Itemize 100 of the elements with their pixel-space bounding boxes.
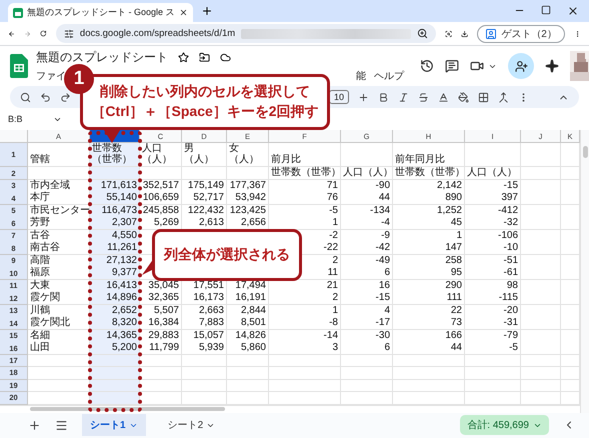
cell-text: 男 (184, 143, 194, 154)
table-cell: 6 (341, 342, 393, 355)
table-cell: 管轄 (28, 143, 90, 167)
table-cell: -17 (341, 317, 393, 330)
table-cell: 3 (269, 342, 341, 355)
profile-button[interactable]: ゲスト（2） (477, 24, 565, 42)
table-cell: 大東 (28, 280, 90, 292)
table-cell: -61 (465, 267, 521, 280)
step-badge: 1 (64, 64, 94, 94)
address-bar[interactable]: docs.google.com/spreadsheets/d/1m (56, 24, 436, 43)
menu-item[interactable]: 能 (356, 69, 366, 83)
table-cell: 5,269 (140, 217, 182, 230)
table-cell: 霞ケ関 (28, 292, 90, 305)
table-cell: 52,717 (182, 192, 227, 205)
table-cell: 147 (393, 242, 465, 255)
table-cell: 2,613 (182, 217, 227, 230)
table-cell: 5,860 (227, 342, 269, 355)
table-cell: 11,799 (140, 342, 182, 355)
table-cell: 名細 (28, 330, 90, 342)
table-cell: 人口（人） (341, 167, 393, 180)
table-cell: -115 (465, 292, 521, 305)
sheet-tab[interactable]: シート1 (82, 414, 146, 436)
table-cell: 14,365 (90, 330, 140, 342)
table-cell: -42 (341, 242, 393, 255)
table-cell: 前年同月比 (393, 143, 465, 167)
callout-text: ［Ctrl］＋［Space］キーを2回押す (91, 103, 319, 121)
table-cell: 世帯数（世帯） (269, 167, 341, 180)
table-cell: 人口（人） (465, 167, 521, 180)
table-cell: 2,307 (90, 217, 140, 230)
table-cell: 古谷 (28, 230, 90, 242)
table-cell: 11,261 (90, 242, 140, 255)
table-cell: 山田 (28, 342, 90, 355)
callout-text: 削除したい列内のセルを選択して (100, 83, 310, 101)
table-cell: 32,365 (140, 292, 182, 305)
table-cell: 890 (393, 192, 465, 205)
table-cell: 市民センター (28, 204, 90, 218)
table-cell: -10 (465, 242, 521, 255)
table-cell: 南古谷 (28, 242, 90, 255)
table-cell: -32 (465, 217, 521, 230)
table-cell: -5 (465, 342, 521, 355)
table-cell: -8 (269, 317, 341, 330)
table-cell: 397 (465, 192, 521, 205)
table-cell: 95 (393, 267, 465, 280)
table-cell: 245,858 (140, 204, 182, 218)
table-cell: 44 (393, 342, 465, 355)
cell-text: （人） (229, 154, 259, 165)
menu-item[interactable]: ファイ (36, 69, 66, 83)
table-cell: 2 (269, 292, 341, 305)
table-cell: 16,384 (140, 317, 182, 330)
table-cell: 本庁 (28, 192, 90, 205)
table-cell: 6 (341, 267, 393, 280)
table-cell: 8,501 (227, 317, 269, 330)
table-cell: 川鶴 (28, 304, 90, 318)
cell-text: （人） (142, 154, 172, 165)
table-cell: 16,413 (90, 280, 140, 292)
url-text: docs.google.com/spreadsheets/d/1m (80, 28, 236, 39)
table-cell: 116,473 (90, 204, 140, 218)
sum-button[interactable]: 合計: 459,699 (460, 415, 549, 436)
table-cell: -4 (341, 217, 393, 230)
table-cell: -31 (465, 317, 521, 330)
table-cell: 73 (393, 317, 465, 330)
table-cell: 44 (341, 192, 393, 205)
table-cell: 106,659 (140, 192, 182, 205)
table-cell: 45 (393, 217, 465, 230)
table-cell: 市内全域 (28, 180, 90, 192)
table-cell: 高階 (28, 254, 90, 268)
table-cell: 5,200 (90, 342, 140, 355)
cell-text: 人口 (142, 143, 162, 154)
table-cell: 前月比 (269, 143, 341, 167)
table-cell: 14,896 (90, 292, 140, 305)
cell-text: （世帯） (92, 154, 132, 165)
table-cell: 7,883 (182, 317, 227, 330)
table-cell: 2,652 (90, 304, 140, 318)
table-cell: 1 (269, 217, 341, 230)
table-cell: -15 (341, 292, 393, 305)
table-cell: 福原 (28, 267, 90, 280)
table-cell: 16,173 (182, 292, 227, 305)
tab-title: 無題のスプレッドシート - Google ス (27, 6, 175, 19)
cell-text: （人） (184, 154, 214, 165)
table-cell: 芳野 (28, 217, 90, 230)
table-cell: 霞ケ関北 (28, 317, 90, 330)
table-cell: 9,377 (90, 267, 140, 280)
sheet-tab[interactable]: シート2 (160, 414, 224, 436)
table-cell: 2,656 (227, 217, 269, 230)
table-cell: 111 (393, 292, 465, 305)
name-box[interactable]: B:B (8, 114, 23, 124)
table-cell: 352,517 (140, 180, 182, 192)
table-cell: 4,550 (90, 230, 140, 242)
browser-tab[interactable]: 無題のスプレッドシート - Google ス (8, 3, 193, 22)
table-cell: 53,942 (227, 192, 269, 205)
table-cell: 27,132 (90, 254, 140, 268)
menu-item[interactable]: ヘルプ (374, 69, 404, 83)
table-cell: 76 (269, 192, 341, 205)
table-cell: 55,140 (90, 192, 140, 205)
table-cell: 171,613 (90, 180, 140, 192)
table-cell: 16,191 (227, 292, 269, 305)
document-title[interactable]: 無題のスプレッドシート (36, 49, 168, 66)
table-cell: 8,320 (90, 317, 140, 330)
table-cell: 世帯数（世帯） (393, 167, 465, 180)
cell-text: 世帯数 (92, 143, 122, 154)
